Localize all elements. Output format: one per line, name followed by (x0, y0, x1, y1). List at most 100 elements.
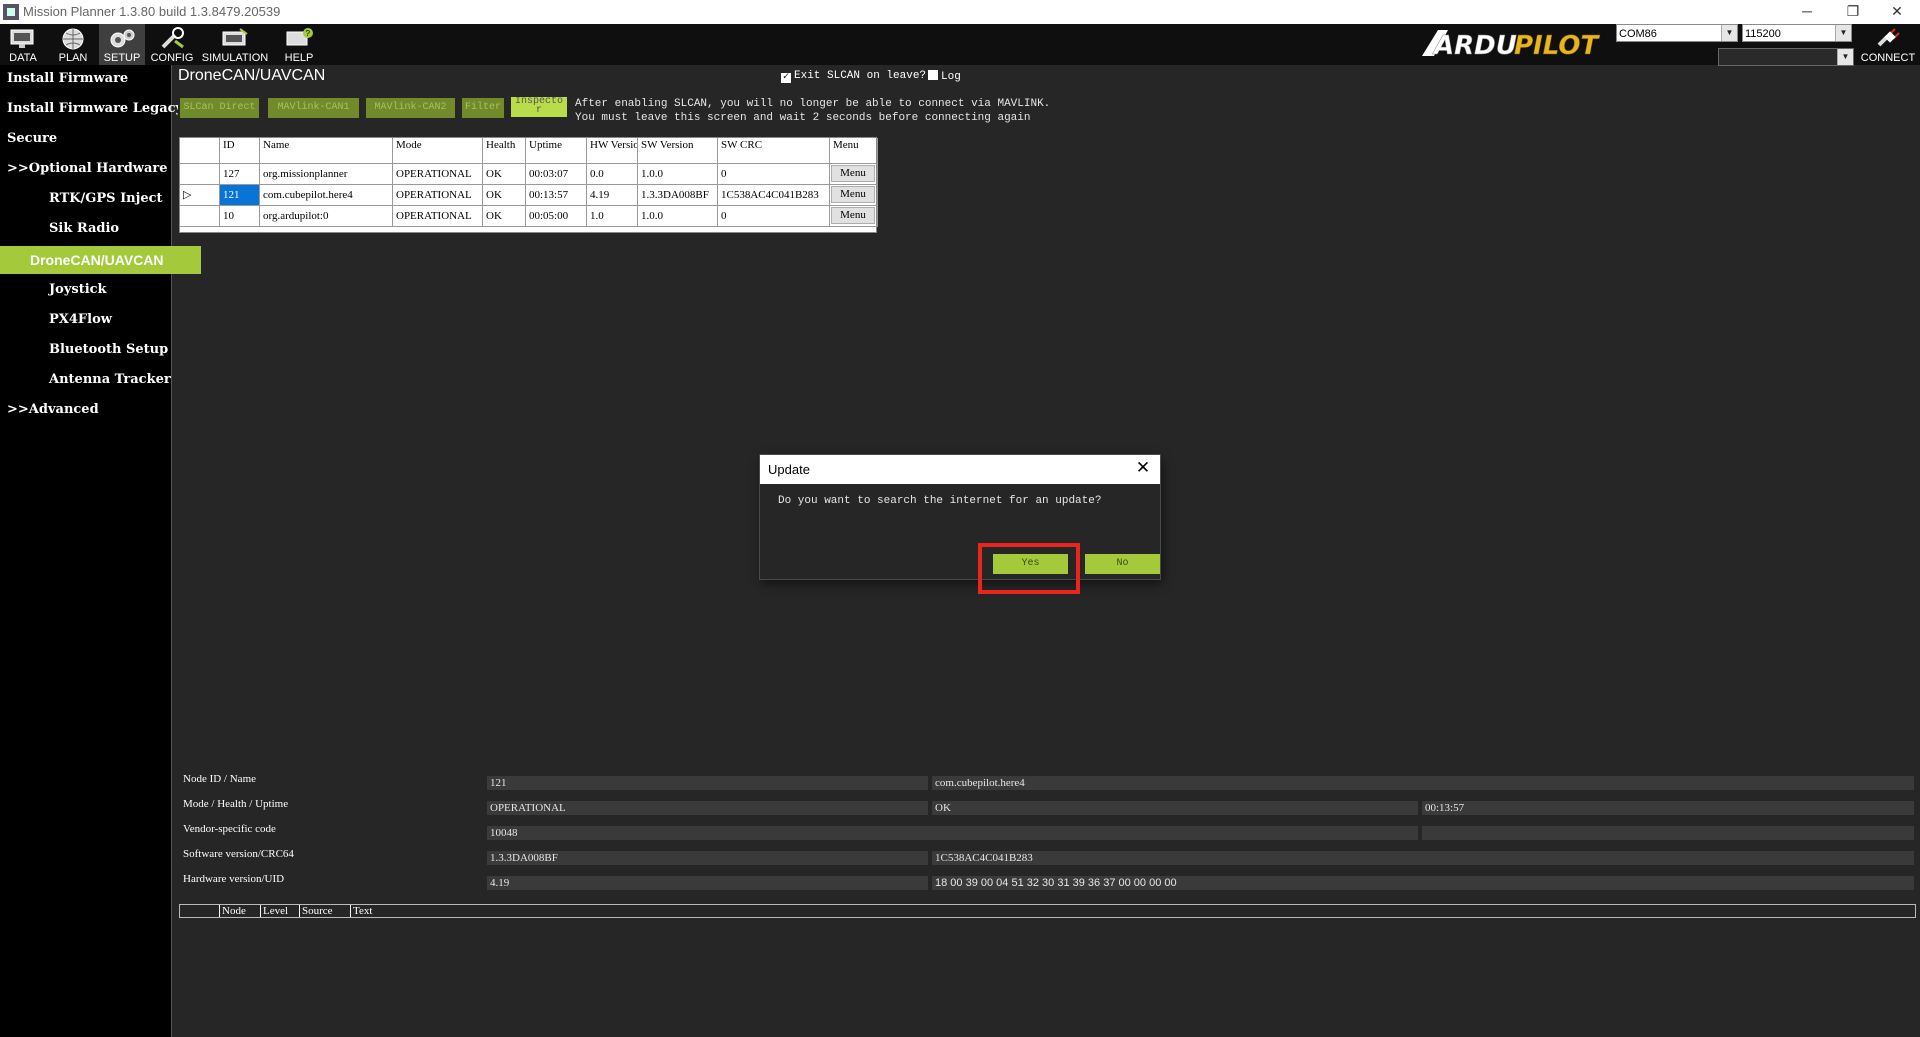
plan-button[interactable]: PLAN (50, 24, 96, 65)
inspector-button[interactable]: Inspecto r (511, 97, 567, 117)
log-checkbox[interactable]: Log (928, 70, 961, 83)
chevron-down-icon[interactable]: ▼ (1721, 25, 1737, 41)
cell-sw-crc[interactable]: 1C538AC4C041B283 (718, 185, 830, 206)
setup-button[interactable]: SETUP (99, 24, 145, 65)
exit-slcan-checkbox[interactable]: ✓ Exit SLCAN on leave? (781, 70, 926, 83)
row-selector-icon: ▷ (183, 189, 192, 201)
cell-hw-version[interactable]: 1.0 (587, 206, 638, 227)
sw-crc-field[interactable]: 1C538AC4C041B283 (932, 851, 1914, 865)
baud-select[interactable]: 115200 ▼ (1742, 24, 1852, 42)
column-header-menu[interactable]: Menu (830, 138, 878, 164)
svg-text:ARDU: ARDU (1432, 31, 1517, 60)
column-header-uptime[interactable]: Uptime (526, 138, 587, 164)
menu-button[interactable]: Menu (831, 207, 875, 224)
cell-mode[interactable]: OPERATIONAL (393, 185, 483, 206)
column-header-sw-version[interactable]: SW Version (638, 138, 718, 164)
cell-name[interactable]: com.cubepilot.here4 (260, 185, 393, 206)
filter-button[interactable]: Filter (462, 98, 504, 118)
sidebar-item-bluetooth-setup[interactable]: Bluetooth Setup (0, 336, 220, 364)
cell-id[interactable]: 121 (220, 185, 260, 206)
mode-health-uptime-label: Mode / Health / Uptime (183, 798, 289, 810)
node-id-field[interactable]: 121 (487, 776, 928, 790)
uptime-field[interactable]: 00:13:57 (1422, 801, 1914, 815)
cell-id[interactable]: 10 (220, 206, 260, 227)
setup-label: SETUP (103, 52, 141, 64)
chevron-down-icon[interactable]: ▼ (1837, 49, 1853, 65)
column-header-id[interactable]: ID (220, 138, 260, 164)
cell-mode[interactable]: OPERATIONAL (393, 206, 483, 227)
cell-uptime[interactable]: 00:13:57 (526, 185, 587, 206)
sidebar-item-secure[interactable]: Secure (0, 125, 178, 153)
sidebar-item-install-firmware-legacy[interactable]: Install Firmware Legacy (0, 95, 178, 123)
sidebar-item-dronecan-uavcan[interactable]: DroneCAN/UAVCAN (0, 246, 201, 274)
data-button[interactable]: DATA (0, 24, 46, 65)
gears-icon (110, 29, 135, 48)
ardupilot-logo: ARDU PILOT (1422, 30, 1601, 60)
chevron-down-icon[interactable]: ▼ (1835, 25, 1851, 41)
column-header-text[interactable]: Text (350, 905, 372, 917)
cell-sw-version[interactable]: 1.0.0 (638, 164, 718, 185)
row-header[interactable]: ▷ (180, 185, 220, 206)
log-grid[interactable]: Node Level Source Text (179, 904, 1916, 918)
sidebar-item-antenna-tracker[interactable]: Antenna Tracker (0, 366, 220, 394)
menu-button[interactable]: Menu (831, 186, 875, 203)
cell-health[interactable]: OK (483, 185, 526, 206)
wrench-icon (161, 27, 184, 49)
sidebar-item-advanced[interactable]: >>Advanced (0, 396, 178, 424)
column-header-node[interactable]: Node (219, 905, 246, 917)
data-label: DATA (9, 52, 37, 64)
hw-uid-field[interactable]: 18 00 39 00 04 51 32 30 31 39 36 37 00 0… (932, 876, 1914, 890)
row-header[interactable] (180, 206, 220, 227)
column-header-health[interactable]: Health (483, 138, 526, 164)
cell-sw-crc[interactable]: 0 (718, 164, 830, 185)
cell-hw-version[interactable]: 4.19 (587, 185, 638, 206)
sidebar-item-joystick[interactable]: Joystick (0, 276, 220, 304)
cell-sw-crc[interactable]: 0 (718, 206, 830, 227)
restore-button[interactable]: ❐ (1830, 0, 1876, 24)
simulation-button[interactable]: SIMULATION (199, 24, 271, 65)
node-name-field[interactable]: com.cubepilot.here4 (932, 776, 1914, 790)
sidebar-item-px4flow[interactable]: PX4Flow (0, 306, 220, 334)
no-button[interactable]: No (1085, 554, 1160, 574)
cell-uptime[interactable]: 00:03:07 (526, 164, 587, 185)
slcan-direct-button[interactable]: SLCan Direct (180, 98, 259, 118)
cell-name[interactable]: org.ardupilot:0 (260, 206, 393, 227)
help-button[interactable]: ? HELP (276, 24, 322, 65)
menu-button[interactable]: Menu (831, 165, 875, 182)
vendor-extra-field[interactable] (1422, 826, 1914, 840)
column-header-sw-crc[interactable]: SW CRC (718, 138, 830, 164)
cell-sw-version[interactable]: 1.3.3DA008BF (638, 185, 718, 206)
cell-id[interactable]: 127 (220, 164, 260, 185)
dialog-title: Update (768, 462, 810, 477)
column-header-name[interactable]: Name (260, 138, 393, 164)
vendor-code-field[interactable]: 10048 (487, 826, 1418, 840)
column-header-level[interactable]: Level (260, 905, 288, 917)
row-header[interactable] (180, 164, 220, 185)
column-header-source[interactable]: Source (299, 905, 333, 917)
close-icon[interactable]: ✕ (1134, 459, 1152, 477)
config-button[interactable]: CONFIG (149, 24, 195, 65)
column-header-mode[interactable]: Mode (393, 138, 483, 164)
sidebar-item-install-firmware[interactable]: Install Firmware (0, 65, 178, 93)
port-select[interactable]: COM86 ▼ (1616, 24, 1738, 42)
column-header-hw-version[interactable]: HW Version (587, 138, 638, 164)
cell-health[interactable]: OK (483, 164, 526, 185)
mavlink-can2-button[interactable]: MAVlink-CAN2 (366, 98, 455, 118)
cell-hw-version[interactable]: 0.0 (587, 164, 638, 185)
sidebar-item-optional-hardware[interactable]: >>Optional Hardware (0, 155, 178, 183)
cell-mode[interactable]: OPERATIONAL (393, 164, 483, 185)
cell-name[interactable]: org.missionplanner (260, 164, 393, 185)
mode-field[interactable]: OPERATIONAL (487, 801, 928, 815)
cell-menu: Menu (830, 206, 878, 227)
mavlink-select[interactable]: ▼ (1718, 48, 1854, 66)
hw-version-field[interactable]: 4.19 (487, 876, 928, 890)
close-window-button[interactable]: ✕ (1874, 0, 1920, 24)
mavlink-can1-button[interactable]: MAVlink-CAN1 (268, 98, 359, 118)
sw-version-field[interactable]: 1.3.3DA008BF (487, 851, 928, 865)
minimize-button[interactable]: ─ (1784, 0, 1830, 24)
cell-sw-version[interactable]: 1.0.0 (638, 206, 718, 227)
health-field[interactable]: OK (932, 801, 1418, 815)
cell-health[interactable]: OK (483, 206, 526, 227)
connect-button[interactable]: CONNECT (1856, 24, 1920, 65)
cell-uptime[interactable]: 00:05:00 (526, 206, 587, 227)
